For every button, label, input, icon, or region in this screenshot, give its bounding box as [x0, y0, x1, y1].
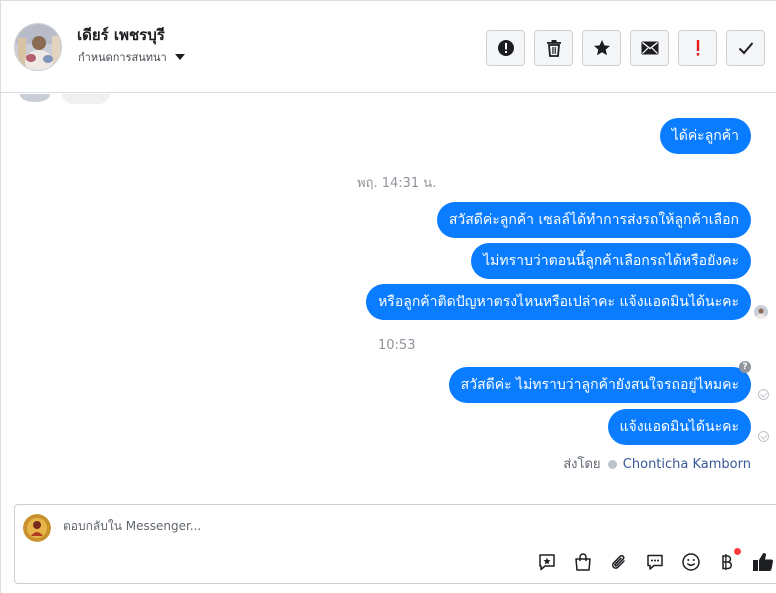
sent-by-label: ส่งโดย — [563, 457, 601, 472]
help-icon[interactable]: ? — [739, 361, 751, 373]
like-button[interactable] — [752, 551, 774, 573]
red-exclamation-icon — [696, 40, 699, 56]
saved-reply-icon — [539, 554, 555, 571]
sent-by-line: ส่งโดย Chonticha Kamborn — [563, 453, 751, 474]
conversation-panel: เดียร์ เพชรบุรี กำหนดการสนทนา ได้ค่ะลูกค… — [0, 0, 776, 593]
conversation-header: เดียร์ เพชรบุรี กำหนดการสนทนา — [1, 1, 776, 93]
envelope-icon — [641, 41, 658, 55]
saved-reply-button[interactable] — [536, 551, 558, 573]
star-button[interactable] — [582, 30, 621, 66]
trash-icon — [546, 40, 561, 57]
page-logo-icon — [23, 514, 51, 542]
outgoing-message-bubble[interactable]: ไม่ทราบว่าตอนนี้ลูกค้าเลือกรถได้หรือยังค… — [471, 243, 751, 279]
contact-small-avatar — [20, 94, 50, 102]
thumbs-up-icon — [753, 553, 773, 572]
mark-unread-button[interactable] — [630, 30, 669, 66]
delivered-check-icon — [758, 389, 769, 400]
message-timestamp: 10:53 — [378, 338, 416, 353]
shopping-bag-icon — [575, 553, 591, 571]
notification-dot — [734, 548, 741, 555]
checkmark-icon — [738, 42, 753, 55]
emoji-icon — [682, 553, 700, 571]
delete-button[interactable] — [534, 30, 573, 66]
delivered-check-icon — [758, 431, 769, 442]
payment-button[interactable] — [716, 548, 741, 573]
reply-composer — [14, 504, 776, 584]
agent-name[interactable]: Chonticha Kamborn — [623, 457, 751, 472]
page-avatar — [23, 514, 51, 542]
read-receipt-avatar — [754, 305, 768, 319]
outgoing-message-bubble[interactable]: สวัสดีค่ะลูกค้า เซลล์ได้ทำการส่งรถให้ลูก… — [436, 202, 751, 238]
outgoing-message-bubble[interactable]: ได้ค่ะลูกค้า — [659, 118, 751, 154]
shop-button[interactable] — [572, 551, 594, 573]
done-button[interactable] — [726, 30, 765, 66]
attach-file-button[interactable] — [608, 551, 630, 573]
assign-conversation-dropdown[interactable]: กำหนดการสนทนา — [78, 48, 167, 66]
contact-photo-icon — [15, 24, 61, 70]
quick-reply-button[interactable] — [644, 551, 666, 573]
message-thread[interactable]: ได้ค่ะลูกค้า พฤ. 14:31 น. สวัสดีค่ะลูกค้… — [1, 94, 776, 504]
contact-avatar[interactable] — [14, 23, 62, 71]
important-button[interactable] — [678, 30, 717, 66]
chevron-down-icon[interactable] — [175, 54, 185, 60]
paperclip-icon — [611, 554, 625, 569]
contact-photo-icon — [756, 308, 766, 319]
outgoing-message-bubble[interactable]: แจ้งแอดมินได้นะคะ — [607, 409, 751, 445]
message-timestamp: พฤ. 14:31 น. — [357, 176, 437, 191]
emoji-button[interactable] — [680, 551, 702, 573]
reply-input[interactable] — [63, 519, 713, 533]
chat-bubble-icon — [647, 554, 663, 570]
exclamation-circle-icon — [497, 40, 514, 56]
incoming-message-bubble[interactable] — [62, 94, 110, 104]
contact-name[interactable]: เดียร์ เพชรบุรี — [77, 23, 165, 47]
outgoing-message-bubble[interactable]: หรือลูกค้าติดปัญหาตรงไหนหรือเปล่าคะ แจ้ง… — [366, 284, 751, 320]
spam-button[interactable] — [486, 30, 525, 66]
verified-icon — [607, 460, 617, 469]
baht-payment-icon — [722, 554, 732, 570]
outgoing-message-bubble[interactable]: สวัสดีค่ะ ไม่ทราบว่าลูกค้ายังสนใจรถอยู่ไ… — [448, 367, 751, 403]
star-icon — [593, 40, 610, 56]
